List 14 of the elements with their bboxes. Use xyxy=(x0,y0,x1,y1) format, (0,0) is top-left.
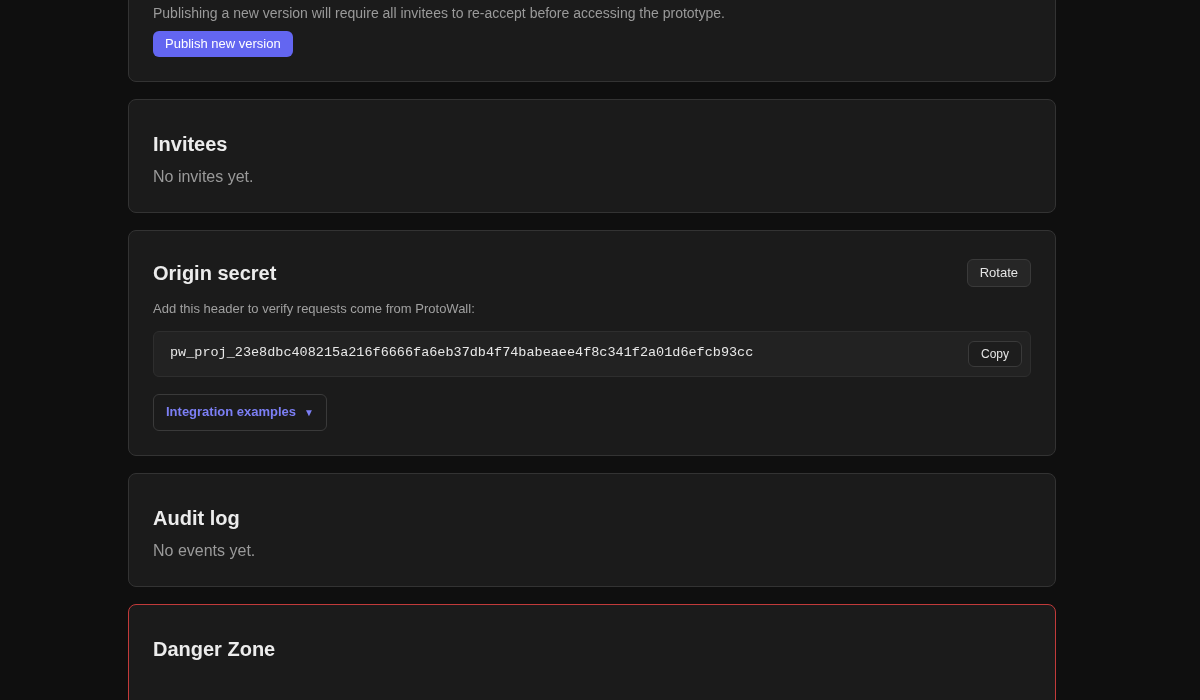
empty-state-text: No invites yet. xyxy=(153,167,255,187)
hint-text: Add this header to verify requests come from ProtoWall: xyxy=(153,300,476,318)
integration-examples-toggle[interactable]: Integration examples ▼ xyxy=(153,393,327,431)
description-text: Publishing a new version will require all invitees to re-accept before accessing the prototype. xyxy=(153,4,726,23)
copy-button[interactable]: Copy xyxy=(968,340,1022,367)
publish-button[interactable]: Publish new version xyxy=(153,31,293,57)
section-title: Danger Zone xyxy=(153,636,277,662)
section-title: Audit log xyxy=(153,505,241,531)
empty-state-text: No events yet. xyxy=(153,540,257,561)
rotate-button[interactable]: Rotate xyxy=(966,259,1031,287)
caret-icon: ▼ xyxy=(304,404,314,420)
section-title: Invitees xyxy=(153,132,229,157)
section-title: Origin secret xyxy=(153,261,277,286)
secret-text: pw_proj_23e8dbc408215a216f6666fa6eb37db4f74babeaee4f8c341f2a01d6efcb93cc xyxy=(170,344,754,363)
